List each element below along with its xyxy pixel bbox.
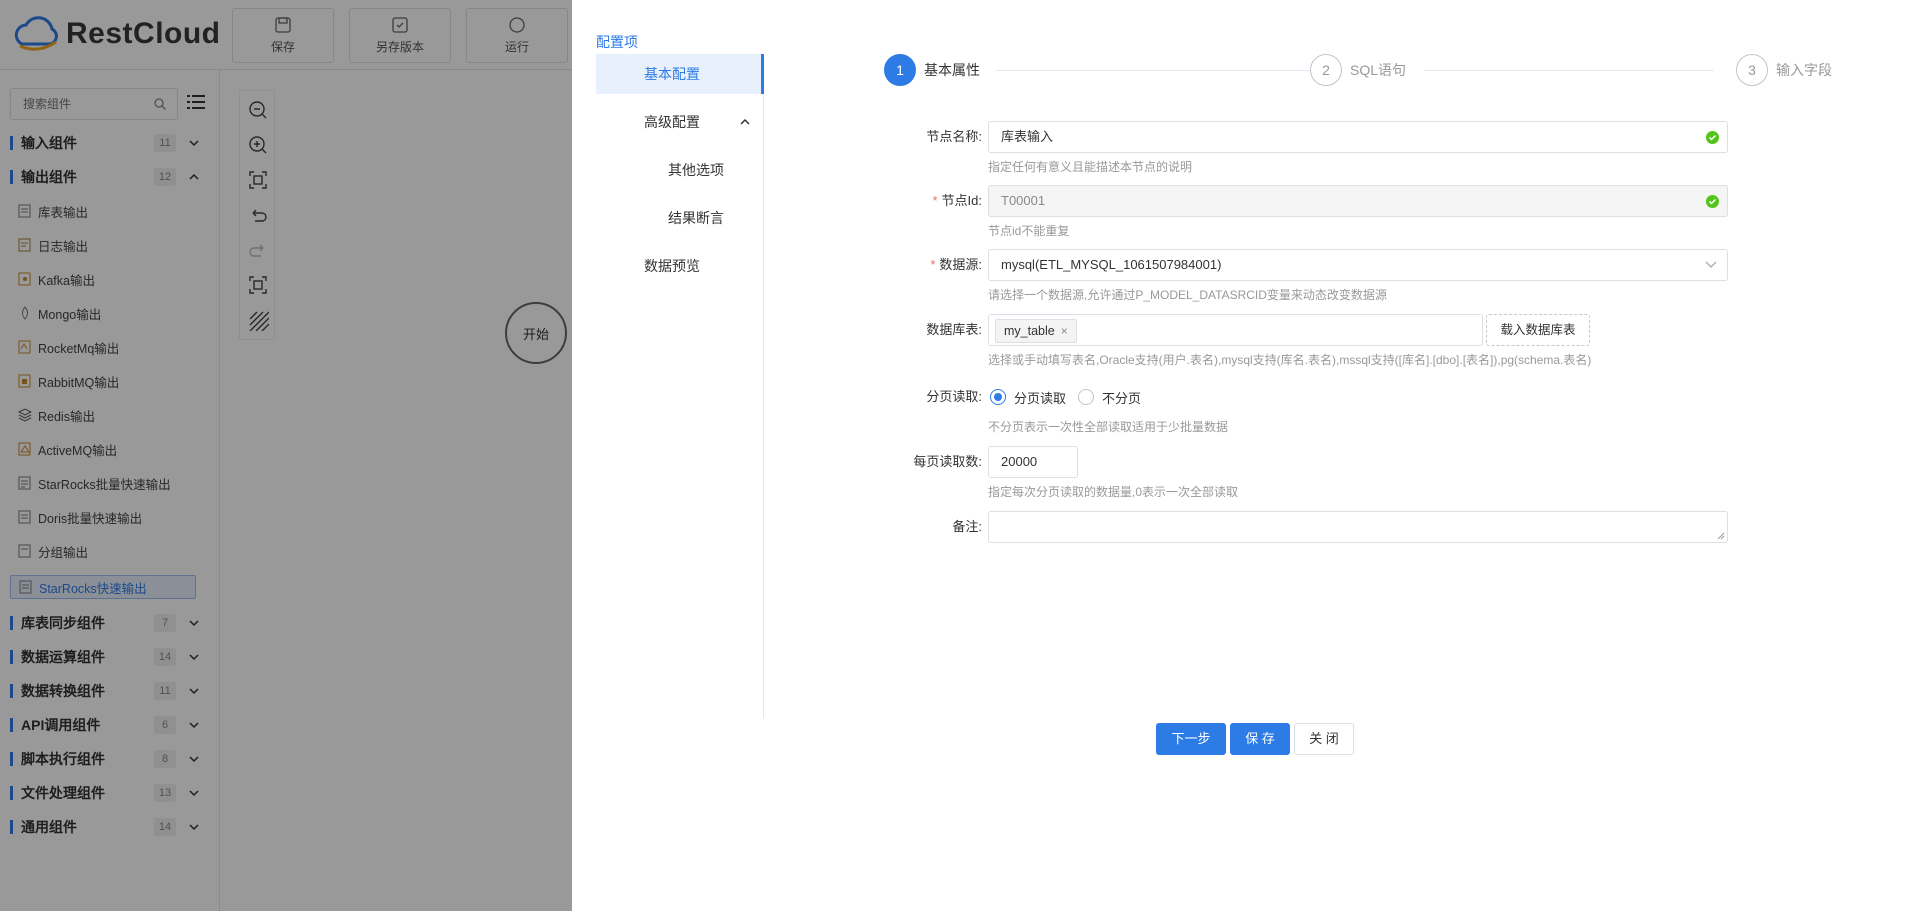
nav-label: 其他选项: [668, 162, 724, 178]
step-label: SQL语句: [1350, 62, 1407, 78]
nav-label: 基本配置: [644, 66, 700, 82]
page-size-label: 每页读取数:: [913, 454, 982, 469]
remark-textarea[interactable]: [988, 511, 1728, 543]
paging-label: 分页读取:: [926, 389, 982, 404]
nav-basic-config[interactable]: 基本配置: [596, 54, 764, 94]
radio-label: 分页读取: [1014, 390, 1067, 406]
table-help: 选择或手动填写表名,Oracle支持(用户.表名),mysql支持(库名.表名)…: [988, 353, 1592, 367]
nav-label: 数据预览: [644, 258, 700, 274]
paging-radio-off[interactable]: 不分页: [1078, 381, 1141, 413]
datasource-label: * 数据源:: [930, 257, 982, 272]
next-step-button[interactable]: 下一步: [1156, 723, 1226, 755]
step-number: 2: [1310, 54, 1342, 86]
node-id-input[interactable]: T00001: [988, 185, 1728, 217]
table-label: 数据库表:: [926, 322, 982, 337]
node-name-value: 库表输入: [1001, 129, 1054, 144]
nav-data-preview[interactable]: 数据预览: [596, 246, 764, 286]
paging-radio-on[interactable]: 分页读取: [990, 381, 1066, 413]
node-name-input[interactable]: 库表输入: [988, 121, 1728, 153]
paging-help: 不分页表示一次性全部读取适用于少批量数据: [988, 420, 1229, 434]
datasource-value: mysql(ETL_MYSQL_1061507984001): [1001, 257, 1222, 272]
radio-circle: [990, 389, 1006, 405]
chevron-up-icon: [740, 118, 750, 125]
drawer-title: 配置项: [596, 34, 638, 50]
check-circle-icon: [1706, 131, 1719, 144]
table-tag-label: my_table: [1004, 324, 1055, 338]
page-size-input[interactable]: 20000: [988, 446, 1078, 478]
nav-result-assert[interactable]: 结果断言: [596, 198, 764, 238]
load-tables-button[interactable]: 载入数据库表: [1486, 314, 1590, 346]
remark-label: 备注:: [952, 519, 982, 534]
page-size-value: 20000: [1001, 454, 1038, 469]
node-config-drawer: 配置项 基本配置 高级配置 其他选项 结果断言 数据预览 1 基本属性 2 SQ…: [572, 0, 1920, 911]
table-select[interactable]: my_table ×: [988, 314, 1483, 346]
step-number: 3: [1736, 54, 1768, 86]
radio-label: 不分页: [1102, 390, 1142, 406]
close-button[interactable]: 关 闭: [1294, 723, 1354, 755]
step-number: 1: [884, 54, 916, 86]
step-connector: [996, 70, 1318, 71]
node-id-label: * 节点Id:: [932, 193, 982, 208]
page-size-help: 指定每次分页读取的数据量,0表示一次全部读取: [988, 485, 1239, 499]
step-sql-statement[interactable]: 2 SQL语句: [1310, 54, 1406, 86]
config-nav: 基本配置 高级配置 其他选项 结果断言 数据预览: [596, 54, 764, 718]
tag-close-icon[interactable]: ×: [1061, 320, 1068, 342]
check-circle-icon: [1706, 195, 1719, 208]
step-input-fields[interactable]: 3 输入字段: [1736, 54, 1832, 86]
required-mark: *: [932, 193, 938, 208]
step-connector: [1424, 70, 1714, 71]
datasource-select[interactable]: mysql(ETL_MYSQL_1061507984001): [988, 249, 1728, 281]
step-basic-attributes[interactable]: 1 基本属性: [884, 54, 980, 86]
datasource-help: 请选择一个数据源,允许通过P_MODEL_DATASRCID变量来动态改变数据源: [988, 288, 1387, 302]
node-name-help: 指定任何有意义且能描述本节点的说明: [988, 160, 1193, 174]
node-id-value: T00001: [1001, 193, 1046, 208]
chevron-down-icon: [1705, 261, 1717, 268]
node-name-label: 节点名称:: [926, 129, 982, 144]
resize-grip-icon[interactable]: [1717, 532, 1725, 540]
step-label: 基本属性: [924, 62, 980, 78]
step-label: 输入字段: [1776, 62, 1832, 78]
radio-circle: [1078, 389, 1094, 405]
nav-label: 结果断言: [668, 210, 724, 226]
nav-advanced-config[interactable]: 高级配置: [596, 102, 764, 142]
save-button[interactable]: 保 存: [1230, 723, 1290, 755]
nav-label: 高级配置: [644, 114, 700, 130]
nav-other-options[interactable]: 其他选项: [596, 150, 764, 190]
table-tag: my_table ×: [995, 319, 1077, 343]
node-id-help: 节点id不能重复: [988, 224, 1070, 238]
required-mark: *: [930, 257, 936, 272]
